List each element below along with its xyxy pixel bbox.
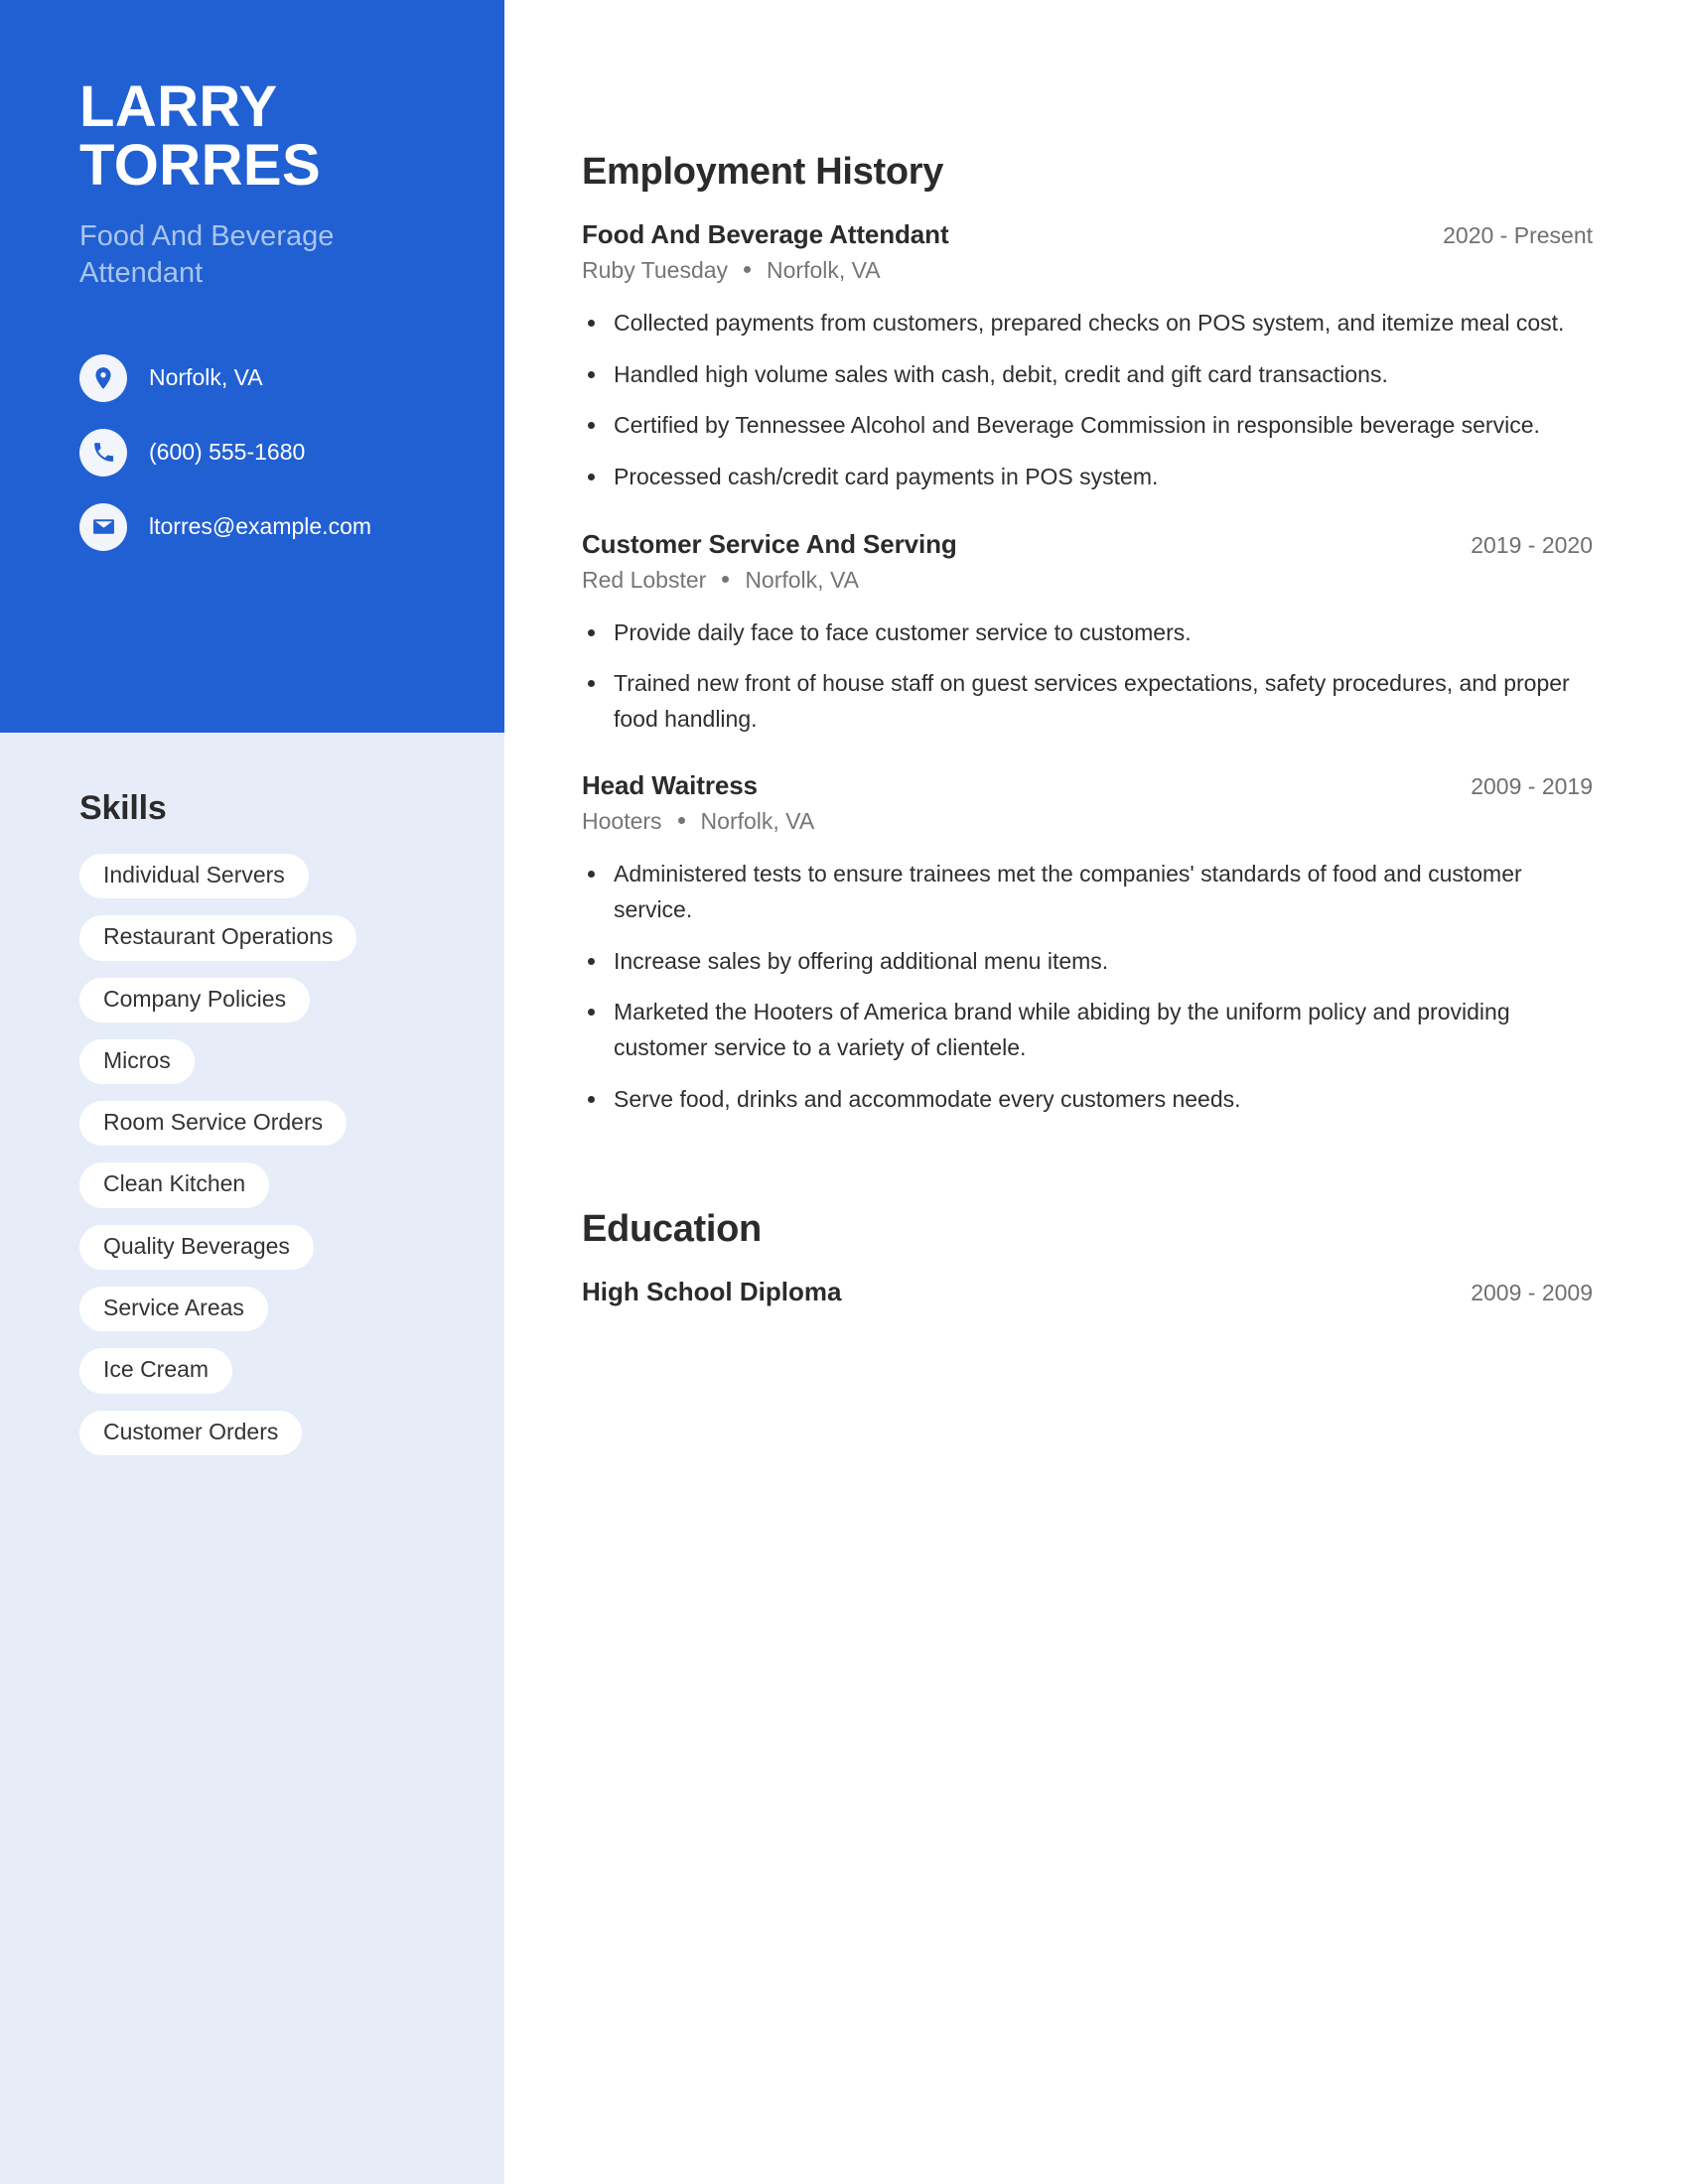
envelope-icon [79, 502, 127, 551]
skill-pill: Micros [79, 1038, 195, 1085]
job-title: Head Waitress [582, 770, 758, 801]
job-bullet: Collected payments from customers, prepa… [582, 306, 1593, 341]
job-title: Food And Beverage Attendant [582, 219, 949, 249]
education-section: Education High School Diploma 2009 - 200… [582, 1208, 1593, 1307]
job-header: Customer Service And Serving 2019 - 2020 [582, 529, 1593, 560]
skill-pill: Restaurant Operations [79, 915, 357, 961]
sidebar-header: LARRY TORRES Food And Beverage Attendant… [0, 0, 504, 733]
candidate-job-title: Food And Beverage Attendant [79, 220, 335, 290]
contact-list: Norfolk, VA (600) 555-1680 ltorres@examp… [79, 353, 504, 551]
skills-heading: Skills [79, 789, 167, 827]
skill-pill: Company Policies [79, 977, 311, 1023]
separator-dot-icon [722, 575, 730, 583]
location-pin-icon [79, 353, 127, 402]
candidate-name: LARRY TORRES [79, 77, 477, 195]
job-title: Customer Service And Serving [582, 528, 957, 559]
job-meta: Red Lobster Norfolk, VA [582, 567, 1593, 594]
contact-item-location: Norfolk, VA [79, 353, 504, 402]
skill-pill: Customer Orders [79, 1410, 303, 1455]
separator-dot-icon [744, 266, 752, 273]
phone-icon [79, 428, 127, 477]
job-entry: Customer Service And Serving 2019 - 2020… [582, 529, 1593, 738]
contact-item-phone: (600) 555-1680 [79, 428, 504, 477]
skill-pill: Quality Beverages [79, 1224, 314, 1271]
job-location: Norfolk, VA [700, 808, 815, 835]
job-bullet: Handled high volume sales with cash, deb… [582, 357, 1593, 393]
skill-pill: Clean Kitchen [79, 1162, 270, 1208]
job-bullet: Processed cash/credit card payments in P… [582, 460, 1593, 495]
education-entry: High School Diploma 2009 - 2009 [582, 1277, 1593, 1307]
job-bullet-list: Administered tests to ensure trainees me… [582, 857, 1593, 1117]
sidebar: LARRY TORRES Food And Beverage Attendant… [0, 0, 504, 2184]
job-header: Food And Beverage Attendant 2020 - Prese… [582, 219, 1593, 250]
job-header: Head Waitress 2009 - 2019 [582, 770, 1593, 801]
job-bullet: Serve food, drinks and accommodate every… [582, 1082, 1593, 1118]
education-dates: 2009 - 2009 [1471, 1280, 1593, 1306]
job-meta: Ruby Tuesday Norfolk, VA [582, 257, 1593, 284]
skill-pill: Individual Servers [79, 854, 309, 899]
separator-dot-icon [677, 817, 685, 825]
job-company: Ruby Tuesday [582, 257, 729, 283]
education-degree: High School Diploma [582, 1277, 842, 1307]
job-bullet: Trained new front of house staff on gues… [582, 666, 1593, 737]
skill-pill: Service Areas [79, 1287, 268, 1332]
main-content: Employment History Food And Beverage Att… [582, 0, 1593, 1307]
job-bullet: Administered tests to ensure trainees me… [582, 857, 1593, 927]
job-company: Red Lobster [582, 566, 707, 593]
employment-history-section: Employment History Food And Beverage Att… [582, 151, 1593, 1117]
job-bullet: Increase sales by offering additional me… [582, 944, 1593, 980]
contact-item-email: ltorres@example.com [79, 502, 504, 551]
employment-history-heading: Employment History [582, 151, 944, 193]
job-dates: 2019 - 2020 [1471, 531, 1593, 558]
job-bullet: Provide daily face to face customer serv… [582, 615, 1593, 651]
job-bullet: Marketed the Hooters of America brand wh… [582, 995, 1593, 1065]
contact-location-text: Norfolk, VA [149, 364, 263, 391]
job-location: Norfolk, VA [767, 257, 881, 283]
job-bullet-list: Provide daily face to face customer serv… [582, 615, 1593, 738]
skill-pill: Ice Cream [79, 1348, 233, 1394]
candidate-name-line2: TORRES [79, 133, 322, 199]
education-heading: Education [582, 1208, 762, 1251]
job-entry: Head Waitress 2009 - 2019 Hooters Norfol… [582, 770, 1593, 1117]
resume-page: LARRY TORRES Food And Beverage Attendant… [0, 0, 1688, 2184]
job-company: Hooters [582, 808, 662, 835]
skills-section: Skills Individual Servers Restaurant Ope… [79, 789, 477, 1472]
skill-pill-list: Individual Servers Restaurant Operations… [79, 854, 477, 1472]
job-meta: Hooters Norfolk, VA [582, 808, 1593, 835]
job-dates: 2020 - Present [1443, 222, 1593, 248]
contact-email-text: ltorres@example.com [149, 513, 372, 540]
job-entry: Food And Beverage Attendant 2020 - Prese… [582, 219, 1593, 495]
job-dates: 2009 - 2019 [1471, 773, 1593, 800]
job-bullet: Certified by Tennessee Alcohol and Bever… [582, 408, 1593, 444]
job-location: Norfolk, VA [745, 566, 859, 593]
skill-pill: Room Service Orders [79, 1101, 348, 1147]
job-bullet-list: Collected payments from customers, prepa… [582, 306, 1593, 495]
contact-phone-text: (600) 555-1680 [149, 439, 306, 466]
candidate-name-line1: LARRY [79, 74, 278, 139]
